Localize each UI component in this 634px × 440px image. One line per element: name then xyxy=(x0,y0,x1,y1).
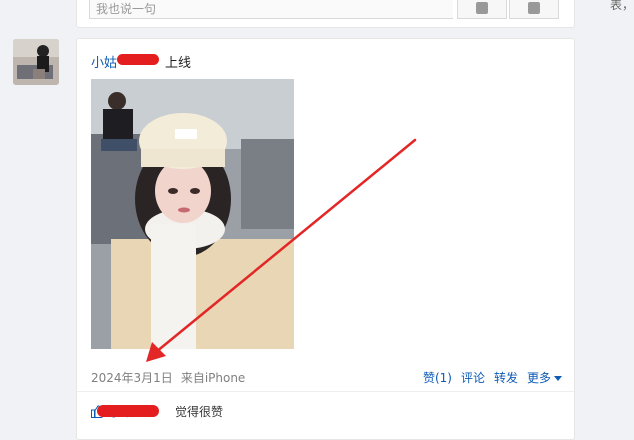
more-label: 更多 xyxy=(526,371,551,385)
avatar[interactable] xyxy=(13,39,59,85)
avatar-photo xyxy=(13,39,59,85)
post-date[interactable]: 2024年3月1日 xyxy=(91,371,173,385)
name-redaction xyxy=(117,54,159,65)
post-card: 小姑 上线 2024年3月1日 来自iPhone 赞(1) 评论 转发 更多 觉… xyxy=(76,38,575,440)
like-button[interactable]: 赞(1) xyxy=(423,369,452,386)
repost-button[interactable]: 转发 xyxy=(494,369,518,386)
emoji-icon xyxy=(476,2,488,14)
post-actions: 赞(1) 评论 转发 更多 xyxy=(423,369,562,386)
emoji-button[interactable] xyxy=(457,0,507,19)
likes-redaction xyxy=(97,405,159,417)
post-username[interactable]: 小姑 xyxy=(91,52,117,71)
side-text: 表， xyxy=(610,0,634,12)
comment-button[interactable]: 评论 xyxy=(461,369,485,386)
post-status: 上线 xyxy=(165,56,192,71)
post-photo[interactable] xyxy=(91,79,294,349)
divider xyxy=(77,391,574,392)
image-button[interactable] xyxy=(509,0,559,19)
post-source: 来自iPhone xyxy=(180,371,246,385)
likes-suffix: 觉得很赞 xyxy=(175,405,224,419)
chevron-down-icon xyxy=(554,376,562,381)
image-icon xyxy=(528,2,540,14)
post-meta: 2024年3月1日 来自iPhone xyxy=(91,369,245,386)
comment-input[interactable]: 我也说一句 xyxy=(89,0,453,19)
more-button[interactable]: 更多 xyxy=(527,369,562,386)
previous-post-card: 我也说一句 xyxy=(76,0,575,28)
